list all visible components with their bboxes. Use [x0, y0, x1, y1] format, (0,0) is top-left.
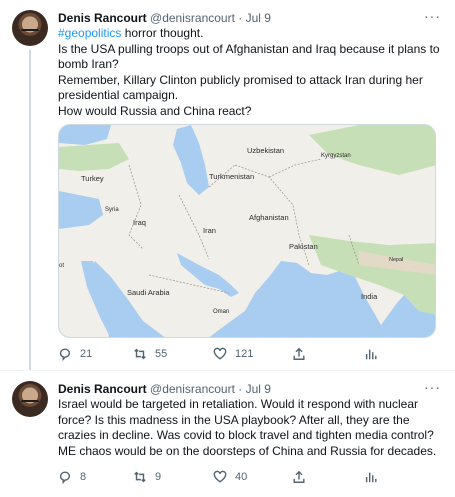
like-button[interactable]: 40 [213, 469, 247, 485]
tweet[interactable]: Denis Rancourt @denisrancourt · Jul 9 ··… [0, 0, 455, 370]
analytics-icon [365, 472, 377, 483]
tweet-actions: 21 55 121 [58, 346, 388, 362]
map-label-turkmenistan: Turkmenistan [209, 172, 254, 181]
like-icon [213, 347, 227, 360]
tweet-date[interactable]: Jul 9 [246, 382, 271, 396]
like-button[interactable]: 121 [213, 346, 253, 362]
retweet-button[interactable]: 55 [133, 346, 167, 362]
tweet[interactable]: Denis Rancourt @denisrancourt · Jul 9 ··… [0, 370, 455, 497]
map-label-saudi-arabia: Saudi Arabia [127, 288, 170, 297]
share-icon [293, 347, 305, 360]
reply-button[interactable]: 21 [58, 346, 92, 362]
map-label-oman: Oman [213, 309, 229, 315]
map-label-edge: ot [59, 263, 64, 269]
analytics-icon [365, 349, 377, 360]
tweet-text-line: How would Russia and China react? [58, 103, 252, 118]
tweet-actions: 8 9 40 [58, 469, 388, 485]
tweet-header: Denis Rancourt @denisrancourt · Jul 9 [58, 381, 271, 397]
retweet-button[interactable]: 9 [133, 469, 161, 485]
tweet-text-line: Remember, Killary Clinton publicly promi… [58, 72, 423, 103]
author-name[interactable]: Denis Rancourt [58, 382, 147, 396]
avatar[interactable] [12, 10, 48, 46]
thread-connector-line [29, 50, 31, 370]
retweet-count: 9 [155, 471, 162, 483]
reply-icon [59, 348, 71, 361]
more-icon[interactable]: ··· [424, 8, 441, 24]
map-label-kyrgyzstan: Kyrgyzstan [321, 153, 351, 159]
map-label-iraq: Iraq [133, 218, 146, 227]
map-label-uzbekistan: Uzbekistan [247, 146, 284, 155]
map-label-nepal: Nepal [389, 257, 403, 263]
like-count: 121 [235, 348, 254, 360]
map-label-pakistan: Pakistan [289, 242, 318, 251]
reply-count: 8 [80, 471, 87, 483]
map-image[interactable]: Uzbekistan Kyrgyzstan Turkey Turkmenista… [58, 124, 436, 338]
retweet-icon [134, 471, 146, 483]
map-label-turkey: Turkey [81, 174, 104, 183]
separator: · [238, 382, 243, 396]
tweet-text: Israel would be targeted in retaliation.… [58, 397, 437, 458]
retweet-count: 55 [155, 348, 168, 360]
like-icon [213, 470, 227, 483]
author-handle[interactable]: @denisrancourt [150, 382, 235, 396]
more-icon[interactable]: ··· [424, 379, 441, 395]
reply-button[interactable]: 8 [58, 469, 86, 485]
tweet-text-line: Is the USA pulling troops out of Afghani… [58, 41, 440, 72]
share-icon [293, 470, 305, 483]
share-button[interactable] [292, 346, 306, 362]
author-handle[interactable]: @denisrancourt [150, 11, 235, 25]
tweet-date[interactable]: Jul 9 [246, 11, 271, 25]
analytics-button[interactable] [364, 469, 378, 485]
map-label-syria: Syria [105, 207, 119, 213]
author-name[interactable]: Denis Rancourt [58, 11, 147, 25]
reply-icon [59, 471, 71, 484]
hashtag-link[interactable]: #geopolitics [58, 26, 121, 40]
analytics-button[interactable] [364, 346, 378, 362]
tweet-text-line: horror thought. [121, 26, 204, 40]
reply-count: 21 [80, 348, 93, 360]
retweet-icon [134, 348, 146, 360]
avatar[interactable] [12, 381, 48, 417]
map-graphic: Uzbekistan Kyrgyzstan Turkey Turkmenista… [59, 125, 435, 337]
share-button[interactable] [292, 469, 306, 485]
tweet-header: Denis Rancourt @denisrancourt · Jul 9 [58, 10, 271, 26]
separator: · [238, 11, 243, 25]
map-label-india: India [361, 292, 378, 301]
map-label-afghanistan: Afghanistan [249, 213, 289, 222]
like-count: 40 [235, 471, 248, 483]
tweet-text: #geopolitics horror thought. Is the USA … [58, 26, 443, 119]
map-label-iran: Iran [203, 226, 216, 235]
